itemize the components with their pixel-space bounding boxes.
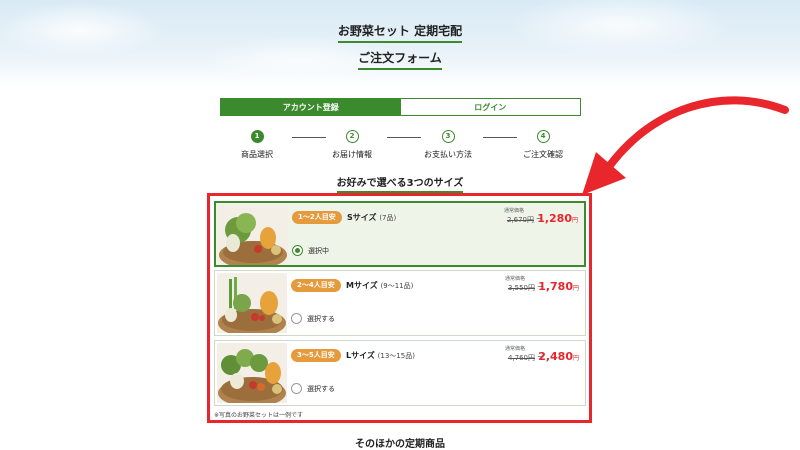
size-option-s[interactable]: 1〜2人目安 Sサイズ (7品) 通常価格 2,670円 → 1,280円 選択… [214, 201, 586, 267]
step-label: お支払い方法 [424, 150, 472, 159]
size-name: Lサイズ (13〜15品) [346, 351, 415, 360]
radio-label: 選択する [307, 315, 335, 323]
progress-steps: 1 商品選択 2 お届け情報 3 お支払い方法 4 ご注文確認 [224, 130, 564, 166]
other-products-title: そのほかの定期商品 [355, 439, 445, 450]
household-size-badge: 3〜5人目安 [291, 349, 341, 362]
step-payment-method: 3 お支払い方法 [408, 130, 488, 160]
regular-price-label: 通常価格 [504, 346, 525, 352]
radio-button[interactable] [292, 245, 303, 256]
old-price: 2,670円 [506, 216, 534, 224]
old-price: 3,550円 [507, 284, 535, 292]
radio-label: 選択する [307, 385, 335, 393]
vegetable-basket-photo [217, 273, 287, 333]
step-number: 2 [345, 130, 359, 143]
household-size-badge: 2〜4人目安 [291, 279, 341, 292]
household-size-badge: 1〜2人目安 [292, 211, 342, 224]
tab-login[interactable]: ログイン [400, 99, 580, 115]
step-label: 商品選択 [241, 150, 273, 159]
page-subtitle: ご注文フォーム [0, 49, 800, 70]
step-product-selection: 1 商品選択 [217, 130, 297, 160]
step-number: 3 [441, 130, 455, 143]
new-price: 2,480円 [538, 350, 579, 363]
vegetable-basket-photo [218, 205, 288, 265]
regular-price-label: 通常価格 [503, 208, 524, 214]
new-price: 1,780円 [538, 280, 579, 293]
old-price: 4,760円 [507, 354, 535, 362]
size-option-m[interactable]: 2〜4人目安 Mサイズ (9〜11品) 通常価格 3,550円 → 1,780円… [214, 270, 586, 336]
size-name: Sサイズ (7品) [347, 213, 397, 222]
size-option-l[interactable]: 3〜5人目安 Lサイズ (13〜15品) 通常価格 4,760円 → 2,480… [214, 340, 586, 406]
photo-note: ※写真のお野菜セットは一例です [214, 412, 304, 419]
step-number: 4 [536, 130, 550, 143]
vegetable-basket-photo [217, 343, 287, 403]
radio-label: 選択中 [308, 247, 329, 255]
step-label: お届け情報 [332, 150, 372, 159]
page-title: お野菜セット 定期宅配 [0, 22, 800, 43]
step-delivery-info: 2 お届け情報 [312, 130, 392, 160]
tab-account-register[interactable]: アカウント登録 [221, 99, 401, 115]
radio-button[interactable] [291, 383, 302, 394]
curved-arrow-icon [582, 96, 789, 195]
regular-price-label: 通常価格 [504, 276, 525, 282]
account-tabs: アカウント登録 ログイン [220, 98, 581, 116]
step-number: 1 [250, 130, 264, 143]
size-name: Mサイズ (9〜11品) [346, 281, 414, 290]
new-price: 1,280円 [537, 212, 578, 225]
radio-button[interactable] [291, 313, 302, 324]
